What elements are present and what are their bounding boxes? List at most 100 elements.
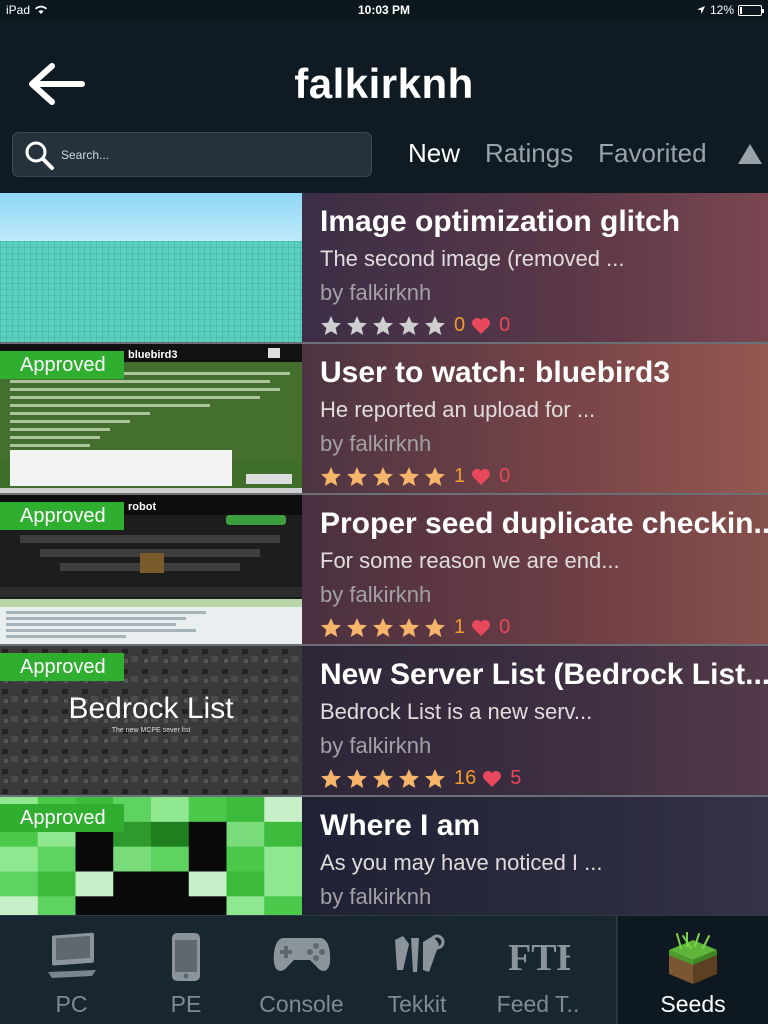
search-input[interactable] bbox=[61, 147, 341, 162]
heart-icon bbox=[483, 770, 502, 787]
post-author: by falkirknh bbox=[320, 431, 432, 456]
tab-label: PE bbox=[170, 991, 202, 1017]
post-info: Where I am As you may have noticed I ...… bbox=[320, 809, 768, 915]
status-bar: iPad 10:03 PM 12% bbox=[0, 0, 768, 20]
star-icon bbox=[399, 617, 419, 637]
tab-label: Console bbox=[259, 991, 344, 1017]
clock: 10:03 PM bbox=[357, 3, 411, 17]
post-title: New Server List (Bedrock List... bbox=[320, 658, 768, 691]
star-icon bbox=[347, 315, 367, 335]
rating-count: 0 bbox=[454, 314, 466, 336]
svg-text:FTB: FTB bbox=[508, 937, 570, 978]
favorite-count: 0 bbox=[499, 314, 511, 336]
heart-icon bbox=[472, 619, 491, 636]
star-icon bbox=[373, 768, 393, 788]
post-info: Image optimization glitch The second ima… bbox=[320, 205, 768, 337]
heart-icon bbox=[472, 317, 491, 334]
thumb-username: robot bbox=[128, 501, 156, 513]
post-title: Where I am bbox=[320, 809, 481, 842]
star-icon bbox=[321, 466, 341, 486]
star-icon bbox=[425, 768, 445, 788]
star-rating bbox=[320, 466, 446, 488]
star-icon bbox=[425, 466, 445, 486]
post-title: User to watch: bluebird3 bbox=[320, 356, 671, 389]
star-rating bbox=[320, 617, 446, 639]
post-thumbnail: robot Approved bbox=[0, 495, 302, 644]
location-arrow-icon bbox=[696, 6, 705, 14]
page-title: falkirknh bbox=[294, 60, 474, 107]
tools-icon bbox=[395, 934, 445, 972]
rating-count: 1 bbox=[454, 616, 466, 638]
post-author: by falkirknh bbox=[320, 280, 432, 305]
favorite-count: 0 bbox=[499, 616, 511, 638]
sort-tabs: New Ratings Favorited bbox=[408, 138, 764, 169]
post-thumbnail bbox=[0, 193, 302, 342]
approved-badge: Approved bbox=[0, 804, 124, 832]
search-bar[interactable] bbox=[12, 132, 372, 177]
approved-badge: Approved bbox=[0, 502, 124, 530]
post-info: Proper seed duplicate checkin... For som… bbox=[320, 507, 768, 639]
tab-seeds[interactable]: Seeds bbox=[616, 916, 768, 1024]
star-icon bbox=[373, 466, 393, 486]
approved-badge: Approved bbox=[0, 653, 124, 681]
star-icon bbox=[347, 768, 367, 788]
header: falkirknh New Ratings Favorited bbox=[0, 20, 768, 193]
post-author: by falkirknh bbox=[320, 733, 432, 758]
posts-list[interactable]: Image optimization glitch The second ima… bbox=[0, 193, 768, 915]
post-rating: 16 5 bbox=[320, 767, 768, 790]
post-info: User to watch: bluebird3 He reported an … bbox=[320, 356, 768, 488]
list-item[interactable]: Approved Where I am As you may have noti… bbox=[0, 797, 768, 915]
star-icon bbox=[399, 768, 419, 788]
heart-icon bbox=[472, 468, 491, 485]
tab-label: PC bbox=[55, 991, 88, 1017]
post-rating: 0 0 bbox=[320, 314, 768, 337]
star-icon bbox=[347, 466, 367, 486]
post-thumbnail: Bedrock List The new MCPE sever list App… bbox=[0, 646, 302, 795]
star-icon bbox=[347, 617, 367, 637]
tab-tekkit[interactable]: Tekkit bbox=[374, 916, 460, 1024]
search-icon bbox=[25, 141, 54, 170]
tab-pc[interactable]: PC bbox=[0, 916, 143, 1024]
post-rating: 1 0 bbox=[320, 616, 768, 639]
list-item[interactable]: robot Approved Proper seed duplicate che… bbox=[0, 495, 768, 646]
star-icon bbox=[373, 617, 393, 637]
battery-icon bbox=[738, 4, 764, 16]
post-subtitle: The second image (removed ... bbox=[320, 246, 625, 271]
tab-pe[interactable]: PE bbox=[143, 916, 229, 1024]
tab-ratings[interactable]: Ratings bbox=[485, 138, 573, 169]
bottom-tab-bar: PC PE Console Tekkit FTB Feed T.. Seeds bbox=[0, 915, 768, 1024]
star-icon bbox=[321, 617, 341, 637]
list-item[interactable]: bluebird3 Approved User to watch: bluebi… bbox=[0, 344, 768, 495]
post-thumbnail: Approved bbox=[0, 797, 302, 915]
tab-feed-the-beast[interactable]: FTB Feed T.. bbox=[460, 916, 616, 1024]
rating-count: 16 bbox=[454, 767, 477, 789]
battery-percent: 12% bbox=[709, 3, 734, 17]
star-rating bbox=[320, 768, 446, 790]
star-icon bbox=[399, 466, 419, 486]
post-title: Proper seed duplicate checkin... bbox=[320, 507, 768, 540]
list-item[interactable]: Bedrock List The new MCPE sever list App… bbox=[0, 646, 768, 797]
post-subtitle: Bedrock List is a new serv... bbox=[320, 699, 593, 724]
list-item[interactable]: Image optimization glitch The second ima… bbox=[0, 193, 768, 344]
post-thumbnail: bluebird3 Approved bbox=[0, 344, 302, 493]
post-subtitle: As you may have noticed I ... bbox=[320, 850, 603, 875]
star-rating bbox=[320, 315, 446, 337]
tab-new[interactable]: New bbox=[408, 138, 460, 169]
tab-label: Seeds bbox=[660, 991, 726, 1017]
triangle-up-icon[interactable] bbox=[736, 142, 764, 166]
star-icon bbox=[321, 315, 341, 335]
star-icon bbox=[399, 315, 419, 335]
tab-label: Tekkit bbox=[387, 991, 447, 1017]
post-author: by falkirknh bbox=[320, 884, 432, 909]
post-subtitle: For some reason we are end... bbox=[320, 548, 620, 573]
star-icon bbox=[425, 315, 445, 335]
thumb-bedrock-sub: The new MCPE sever list bbox=[112, 727, 191, 734]
approved-badge: Approved bbox=[0, 351, 124, 379]
rating-count: 1 bbox=[454, 465, 466, 487]
tab-console[interactable]: Console bbox=[229, 916, 374, 1024]
ftb-logo-icon: FTB bbox=[508, 937, 570, 978]
phone-icon bbox=[172, 933, 200, 981]
monitor-icon bbox=[47, 932, 96, 978]
tab-favorited[interactable]: Favorited bbox=[598, 138, 706, 169]
post-subtitle: He reported an upload for ... bbox=[320, 397, 596, 422]
